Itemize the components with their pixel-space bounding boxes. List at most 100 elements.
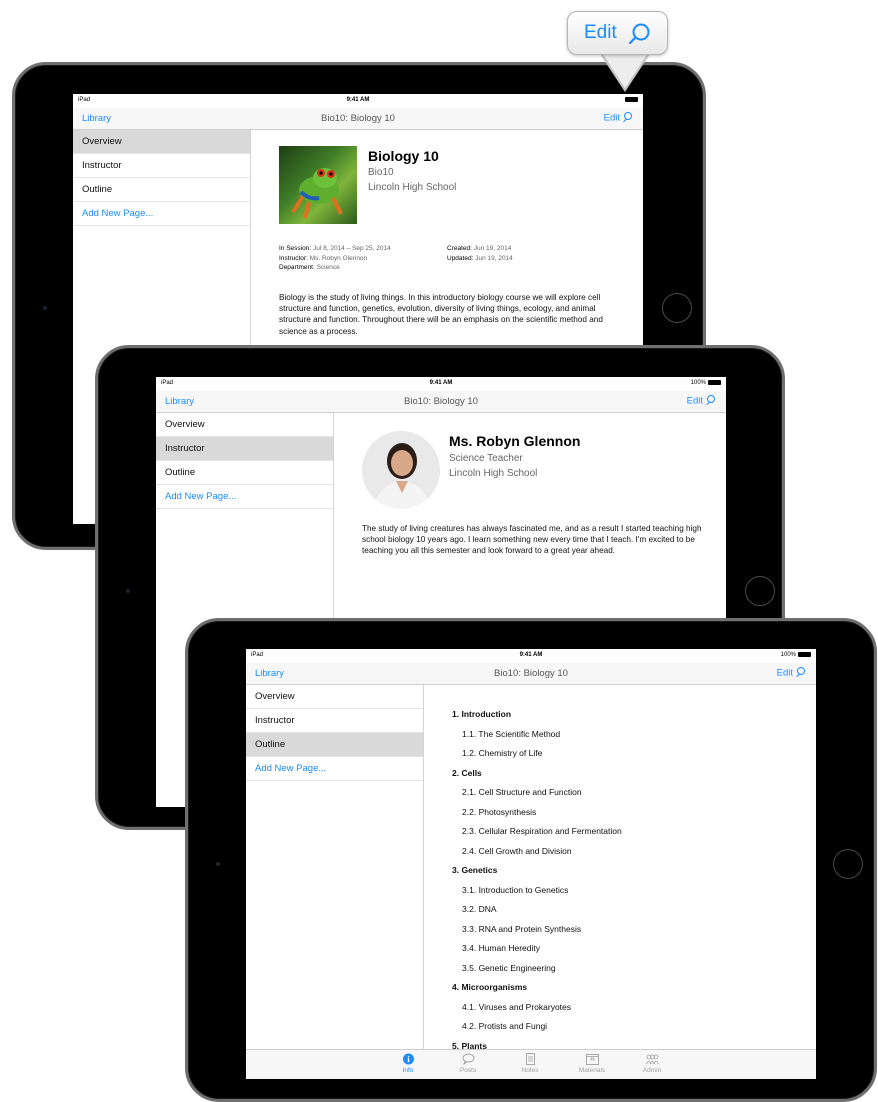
nav-title: Bio10: Biology 10: [404, 396, 478, 407]
tab-info[interactable]: Info: [388, 1053, 428, 1074]
navigation-bar: Library Bio10: Biology 10 Edit: [73, 108, 643, 130]
outline-topic[interactable]: 3.5. Genetic Engineering: [424, 959, 816, 979]
course-meta-right: Created: Jun 19, 2014 Updated: Jun 19, 2…: [447, 245, 513, 262]
outline-topic[interactable]: 3.3. RNA and Protein Synthesis: [424, 920, 816, 940]
tab-label: Admin: [642, 1067, 662, 1074]
battery-indicator: 100%: [781, 652, 811, 658]
tab-label: Posts: [459, 1067, 477, 1074]
sidebar-item-instructor[interactable]: Instructor: [156, 437, 333, 461]
status-bar: iPad 9:41 AM 100%: [156, 377, 726, 391]
camera-dot: [216, 862, 220, 866]
search-icon[interactable]: [796, 667, 808, 679]
note-icon: [525, 1053, 535, 1065]
outline-chapter[interactable]: 3. Genetics: [424, 861, 816, 881]
course-image: [279, 146, 357, 224]
sidebar-item-instructor[interactable]: Instructor: [246, 709, 423, 733]
edit-search-button[interactable]: Edit: [687, 395, 718, 407]
instructor-school: Lincoln High School: [449, 468, 538, 479]
home-button[interactable]: [833, 849, 863, 879]
nav-title: Bio10: Biology 10: [321, 113, 395, 124]
outline-topic[interactable]: 2.2. Photosynthesis: [424, 803, 816, 823]
outline-topic[interactable]: 3.2. DNA: [424, 900, 816, 920]
status-bar: iPad 9:41 AM 100%: [246, 649, 816, 663]
tab-posts[interactable]: Posts: [448, 1053, 488, 1074]
sidebar-item-overview[interactable]: Overview: [156, 413, 333, 437]
tab-admin[interactable]: Admin: [632, 1053, 672, 1074]
instructor-avatar: [362, 431, 440, 509]
tab-bar: Info Posts Notes Materials Admin: [246, 1049, 816, 1079]
outline-topic[interactable]: 1.2. Chemistry of Life: [424, 744, 816, 764]
add-new-page-button[interactable]: Add New Page...: [73, 202, 250, 226]
outline-chapter[interactable]: 5. Plants: [424, 1037, 816, 1050]
outline-topic[interactable]: 2.3. Cellular Respiration and Fermentati…: [424, 822, 816, 842]
sidebar-item-instructor[interactable]: Instructor: [73, 154, 250, 178]
instructor-bio: The study of living creatures has always…: [362, 524, 702, 556]
outline-topic[interactable]: 2.1. Cell Structure and Function: [424, 783, 816, 803]
battery-indicator: [623, 97, 638, 103]
tab-notes[interactable]: Notes: [510, 1053, 550, 1074]
camera-dot: [43, 306, 47, 310]
course-description: Biology is the study of living things. I…: [279, 293, 603, 336]
outline-section: 4. Microorganisms 4.1. Viruses and Proka…: [424, 978, 816, 1037]
info-icon: [402, 1053, 414, 1065]
edit-callout: Edit: [567, 11, 668, 55]
sidebar-item-overview[interactable]: Overview: [246, 685, 423, 709]
callout-search-icon: [628, 23, 650, 45]
search-icon[interactable]: [706, 395, 718, 407]
status-time: 9:41 AM: [346, 97, 370, 103]
screen-outline: iPad 9:41 AM 100% Library Bio10: Biology…: [246, 649, 816, 1079]
chat-bubble-icon: [462, 1053, 474, 1065]
course-meta-left: In Session: Jul 8, 2014 – Sep 25, 2014 I…: [279, 245, 391, 271]
callout-pointer-fill: [602, 53, 648, 88]
outline-section: 2. Cells 2.1. Cell Structure and Functio…: [424, 764, 816, 862]
outline-chapter[interactable]: 4. Microorganisms: [424, 978, 816, 998]
outline-topic[interactable]: 4.2. Protists and Fungi: [424, 1017, 816, 1037]
outline-content: 1. Introduction 1.1. The Scientific Meth…: [424, 685, 816, 1049]
instructor-name: Ms. Robyn Glennon: [449, 433, 581, 449]
tab-label: Info: [402, 1067, 414, 1074]
navigation-bar: Library Bio10: Biology 10 Edit: [246, 663, 816, 685]
outline-topic[interactable]: 2.4. Cell Growth and Division: [424, 842, 816, 862]
sidebar-item-outline[interactable]: Outline: [73, 178, 250, 202]
tab-label: Materials: [578, 1067, 606, 1074]
sidebar-item-overview[interactable]: Overview: [73, 130, 250, 154]
battery-icon: [798, 652, 811, 657]
outline-chapter[interactable]: 1. Introduction: [424, 705, 816, 725]
status-time: 9:41 AM: [519, 652, 543, 658]
sidebar: Overview Instructor Outline Add New Page…: [246, 685, 424, 1049]
add-new-page-button[interactable]: Add New Page...: [246, 757, 423, 781]
search-icon[interactable]: [623, 112, 635, 124]
course-title: Biology 10: [368, 148, 439, 164]
people-icon: [645, 1054, 659, 1065]
sidebar-item-outline[interactable]: Outline: [246, 733, 423, 757]
box-icon: [585, 1054, 599, 1065]
course-code: Bio10: [368, 167, 394, 178]
outline-topic[interactable]: 3.1. Introduction to Genetics: [424, 881, 816, 901]
outline-topic[interactable]: 4.1. Viruses and Prokaryotes: [424, 998, 816, 1018]
battery-icon: [708, 380, 721, 385]
tab-materials[interactable]: Materials: [572, 1053, 612, 1074]
outline-chapter[interactable]: 2. Cells: [424, 764, 816, 784]
battery-icon: [625, 97, 638, 102]
tab-label: Notes: [521, 1067, 539, 1074]
ipad-device-outline: iPad 9:41 AM 100% Library Bio10: Biology…: [185, 618, 877, 1102]
navigation-bar: Library Bio10: Biology 10 Edit: [156, 391, 726, 413]
edit-search-button[interactable]: Edit: [604, 112, 635, 124]
status-time: 9:41 AM: [429, 380, 453, 386]
status-bar: iPad 9:41 AM: [73, 94, 643, 108]
edit-search-button[interactable]: Edit: [777, 667, 808, 679]
home-button[interactable]: [745, 576, 775, 606]
outline-section: 3. Genetics 3.1. Introduction to Genetic…: [424, 861, 816, 978]
battery-indicator: 100%: [691, 380, 721, 386]
instructor-role: Science Teacher: [449, 453, 523, 464]
home-button[interactable]: [662, 293, 692, 323]
outline-section: 5. Plants: [424, 1037, 816, 1050]
outline-topic[interactable]: 1.1. The Scientific Method: [424, 725, 816, 745]
camera-dot: [126, 589, 130, 593]
sidebar-item-outline[interactable]: Outline: [156, 461, 333, 485]
course-school: Lincoln High School: [368, 182, 457, 193]
outline-topic[interactable]: 3.4. Human Heredity: [424, 939, 816, 959]
add-new-page-button[interactable]: Add New Page...: [156, 485, 333, 509]
outline-section: 1. Introduction 1.1. The Scientific Meth…: [424, 705, 816, 764]
nav-title: Bio10: Biology 10: [494, 668, 568, 679]
